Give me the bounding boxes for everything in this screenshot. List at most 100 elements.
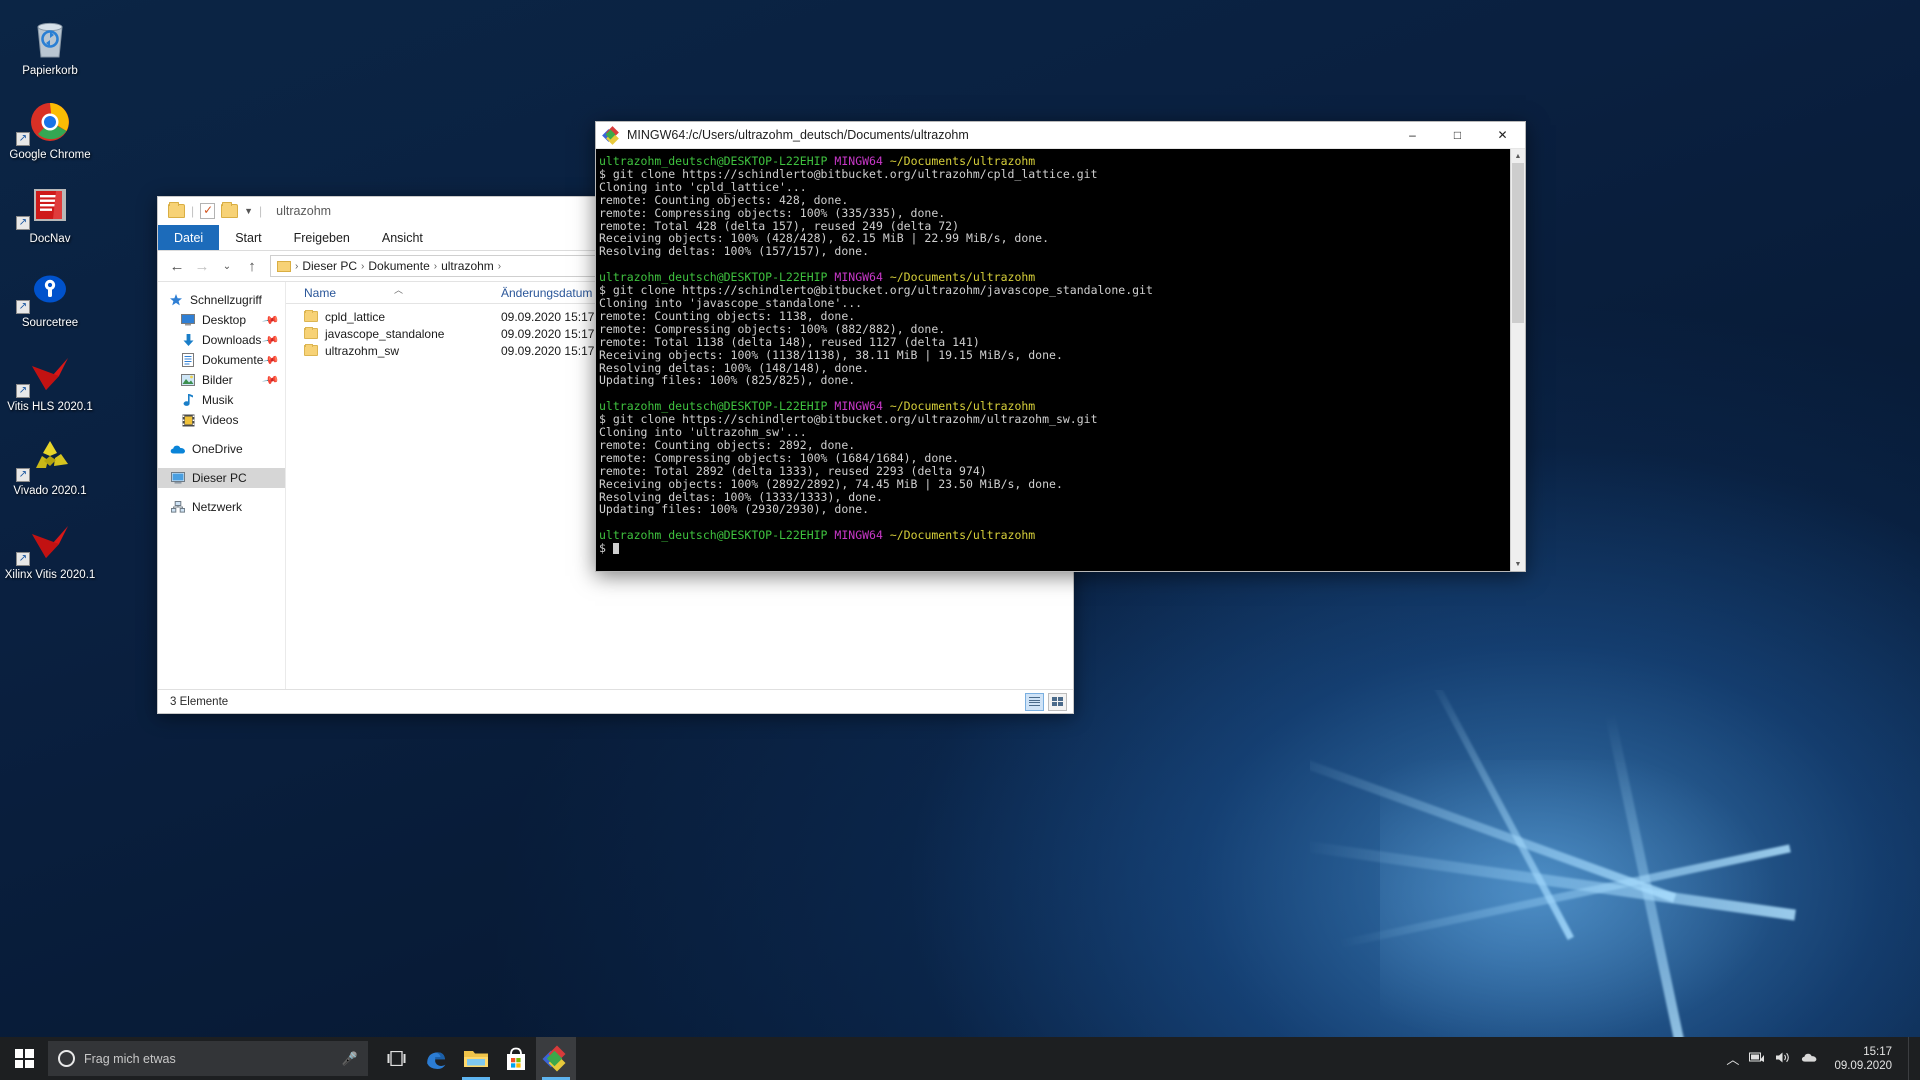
customize-qat-chevron-icon[interactable]: ▼: [244, 206, 253, 216]
microsoft-store-button[interactable]: [496, 1037, 536, 1080]
terminal-title: MINGW64:/c/Users/ultrazohm_deutsch/Docum…: [627, 128, 1390, 142]
desktop-icon-label: Papierkorb: [0, 65, 100, 78]
documents-icon: [180, 352, 196, 368]
windows-start-icon[interactable]: [0, 1037, 48, 1080]
music-note-icon: [180, 392, 196, 408]
file-name: javascope_standalone: [325, 327, 444, 341]
search-placeholder: Frag mich etwas: [84, 1052, 333, 1066]
view-buttons: [1025, 693, 1067, 711]
scrollbar-thumb[interactable]: [1512, 163, 1524, 323]
sourcetree-icon: ↗: [0, 266, 100, 314]
breadcrumb-dokumente[interactable]: Dokumente: [368, 259, 429, 273]
folder-icon: [304, 328, 318, 339]
qat-divider-2: |: [259, 204, 262, 218]
shortcut-overlay-icon: ↗: [16, 216, 30, 230]
volume-tray-icon[interactable]: [1775, 1051, 1791, 1067]
close-button[interactable]: ✕: [1480, 122, 1525, 148]
breadcrumb-dieser-pc[interactable]: Dieser PC: [302, 259, 357, 273]
forward-arrow-icon[interactable]: →: [191, 255, 213, 277]
mingw-git-bash-icon: [604, 128, 619, 143]
downloads-arrow-icon: [180, 332, 196, 348]
pin-icon[interactable]: 📌: [262, 331, 281, 350]
tab-datei[interactable]: Datei: [158, 225, 219, 250]
desktop-icon-vitis-hls[interactable]: ↗ Vitis HLS 2020.1: [0, 350, 100, 414]
task-view-button[interactable]: [376, 1037, 416, 1080]
sidebar-item-dieser-pc[interactable]: Dieser PC: [158, 468, 285, 488]
large-icons-view-button[interactable]: [1048, 693, 1067, 711]
folder-icon: [304, 311, 318, 322]
onedrive-tray-icon[interactable]: [1801, 1051, 1818, 1066]
minimize-button[interactable]: –: [1390, 122, 1435, 148]
properties-icon[interactable]: [200, 203, 215, 219]
tab-start[interactable]: Start: [219, 225, 277, 250]
sidebar-item-dokumente[interactable]: Dokumente 📌: [158, 350, 285, 370]
taskbar-clock[interactable]: 15:17 09.09.2020: [1828, 1045, 1898, 1073]
desktop-icon-sourcetree[interactable]: ↗ Sourcetree: [0, 266, 100, 330]
edge-button[interactable]: [416, 1037, 456, 1080]
clock-time: 15:17: [1834, 1045, 1892, 1059]
terminal-title-bar[interactable]: MINGW64:/c/Users/ultrazohm_deutsch/Docum…: [596, 122, 1525, 149]
sidebar-item-schnellzugriff[interactable]: Schnellzugriff: [158, 290, 285, 310]
quick-access-star-icon: [168, 292, 184, 308]
desktop-icon-docnav[interactable]: ↗ DocNav: [0, 182, 100, 246]
desktop-icon-google-chrome[interactable]: ↗ Google Chrome: [0, 98, 100, 162]
breadcrumb-ultrazohm[interactable]: ultrazohm: [441, 259, 494, 273]
terminal-scrollbar[interactable]: ▲ ▼: [1510, 149, 1525, 571]
desktop-icon-xilinx-vitis[interactable]: ↗ Xilinx Vitis 2020.1: [0, 518, 100, 582]
wallpaper-glow: [1380, 760, 1800, 1060]
sidebar-item-bilder[interactable]: Bilder 📌: [158, 370, 285, 390]
scroll-up-arrow-icon[interactable]: ▲: [1511, 149, 1525, 163]
terminal-output[interactable]: ultrazohm_deutsch@DESKTOP-L22EHIP MINGW6…: [596, 149, 1510, 571]
sidebar-item-videos[interactable]: Videos: [158, 410, 285, 430]
network-tray-icon[interactable]: [1749, 1051, 1765, 1067]
cortana-ring-icon: [58, 1050, 75, 1067]
show-hidden-icons-chevron[interactable]: ︿: [1726, 1049, 1739, 1068]
desktop-icon-label: Vitis HLS 2020.1: [0, 401, 100, 414]
desktop-icon: [180, 312, 196, 328]
sidebar-item-onedrive[interactable]: OneDrive: [158, 439, 285, 459]
system-tray: ︿ 15:17 09.09.2020: [1726, 1037, 1920, 1080]
recycle-bin-icon: [0, 14, 100, 62]
search-input[interactable]: Frag mich etwas 🎤: [48, 1041, 368, 1076]
file-explorer-icon: [463, 1048, 489, 1069]
desktop-icon-vivado[interactable]: ↗ Vivado 2020.1: [0, 434, 100, 498]
sidebar-gap: [158, 459, 285, 468]
maximize-button[interactable]: □: [1435, 122, 1480, 148]
git-bash-button[interactable]: [536, 1037, 576, 1080]
sidebar-item-downloads[interactable]: Downloads 📌: [158, 330, 285, 350]
action-center-icon[interactable]: [1908, 1037, 1914, 1080]
breadcrumb-separator: ›: [498, 261, 501, 272]
tab-freigeben[interactable]: Freigeben: [278, 225, 366, 250]
mingw64-terminal-window: MINGW64:/c/Users/ultrazohm_deutsch/Docum…: [595, 121, 1526, 572]
desktop-icon-papierkorb[interactable]: Papierkorb: [0, 14, 100, 78]
sidebar-item-label: Musik: [202, 393, 233, 407]
desktop-icon-label: Google Chrome: [0, 149, 100, 162]
details-view-icon: [1029, 697, 1040, 706]
pictures-icon: [180, 372, 196, 388]
sidebar-item-label: Desktop: [202, 313, 246, 327]
back-arrow-icon[interactable]: ←: [166, 255, 188, 277]
breadcrumb-separator: ›: [361, 261, 364, 272]
shortcut-overlay-icon: ↗: [16, 468, 30, 482]
microphone-icon[interactable]: 🎤: [342, 1051, 358, 1067]
pin-icon[interactable]: 📌: [262, 351, 281, 370]
sidebar-item-musik[interactable]: Musik: [158, 390, 285, 410]
docnav-icon: ↗: [0, 182, 100, 230]
pin-icon[interactable]: 📌: [262, 371, 281, 390]
status-bar: 3 Elemente: [158, 689, 1073, 713]
file-explorer-button[interactable]: [456, 1037, 496, 1080]
details-view-button[interactable]: [1025, 693, 1044, 711]
taskbar-items: [376, 1037, 576, 1080]
recent-locations-chevron-icon[interactable]: ⌄: [216, 255, 238, 277]
tab-ansicht[interactable]: Ansicht: [366, 225, 439, 250]
sidebar-item-label: OneDrive: [192, 442, 243, 456]
sidebar-item-desktop[interactable]: Desktop 📌: [158, 310, 285, 330]
folder-icon[interactable]: [168, 204, 185, 218]
new-folder-icon[interactable]: [221, 204, 238, 218]
sidebar-item-netzwerk[interactable]: Netzwerk: [158, 497, 285, 517]
pin-icon[interactable]: 📌: [262, 311, 281, 330]
scroll-down-arrow-icon[interactable]: ▼: [1511, 557, 1525, 571]
qat-divider: |: [191, 204, 194, 218]
up-arrow-icon[interactable]: ↑: [241, 255, 263, 277]
sidebar-item-label: Downloads: [202, 333, 261, 347]
